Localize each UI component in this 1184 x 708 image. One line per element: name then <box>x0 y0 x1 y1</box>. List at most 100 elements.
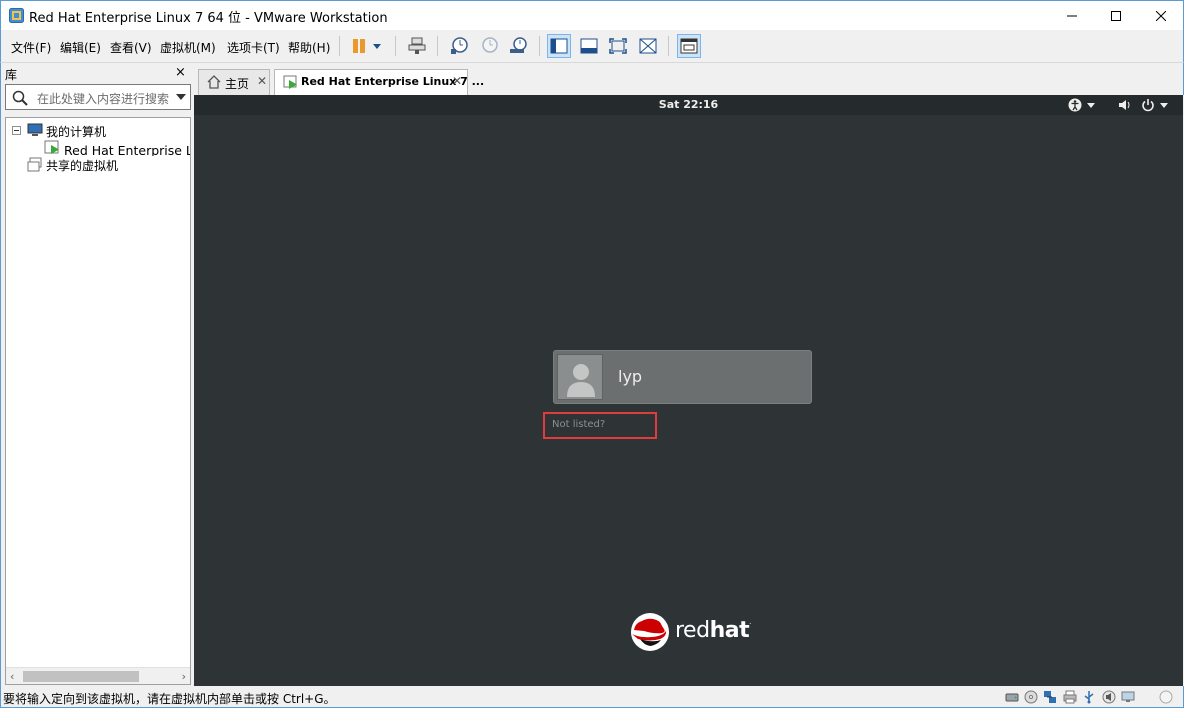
view-library-icon <box>550 38 568 54</box>
view-thumbnail-icon <box>580 38 598 54</box>
console-view-icon <box>680 38 698 54</box>
library-horizontal-scrollbar[interactable]: ‹ › <box>6 667 190 684</box>
view-library-button[interactable] <box>547 34 571 58</box>
menu-edit[interactable]: 编辑(E) <box>60 39 101 56</box>
power-dropdown-button[interactable] <box>369 34 385 58</box>
snapshot-manager-button[interactable] <box>506 34 530 58</box>
not-listed-highlight[interactable]: Not listed? <box>543 412 657 439</box>
vm-console[interactable]: Sat 22:16 lyp Not listed? redhat. <box>194 95 1183 686</box>
vm-running-icon <box>44 140 59 154</box>
search-icon <box>12 90 28 106</box>
brand-red: red <box>675 618 710 643</box>
toolbar-separator <box>437 36 438 56</box>
not-listed-link[interactable]: Not listed? <box>552 419 605 430</box>
send-ctrl-alt-del-button[interactable] <box>405 34 429 58</box>
library-search-input[interactable]: 在此处键入内容进行搜索 <box>5 84 191 110</box>
printer-icon[interactable] <box>1063 690 1077 704</box>
full-screen-button[interactable] <box>606 34 630 58</box>
window-title: Red Hat Enterprise Linux 7 64 位 - VMware… <box>29 11 388 26</box>
user-login-button[interactable]: lyp <box>553 350 812 404</box>
menu-toolbar: 文件(F) 编辑(E) 查看(V) 虚拟机(M) 选项卡(T) 帮助(H) <box>0 30 1184 63</box>
maximize-icon <box>1111 10 1121 21</box>
scrollbar-thumb[interactable] <box>23 671 139 682</box>
volume-icon[interactable] <box>1118 99 1132 111</box>
vmware-app-icon <box>9 8 24 23</box>
tree-item-vm[interactable]: Red Hat Enterprise Linux 7 64 位 <box>6 139 190 156</box>
status-bar: 要将输入定向到该虚拟机，请在虚拟机内部单击或按 Ctrl+G。 <box>0 686 1184 708</box>
close-icon <box>1156 10 1166 21</box>
shared-vm-icon <box>27 157 42 172</box>
home-icon <box>207 75 221 89</box>
tree-label: 共享的虚拟机 <box>46 159 119 173</box>
menu-tabs[interactable]: 选项卡(T) <box>227 39 280 56</box>
tab-vm[interactable]: Red Hat Enterprise Linux 7 ... ✕ <box>274 69 484 96</box>
view-thumbnail-button[interactable] <box>577 34 601 58</box>
chevron-down-icon[interactable] <box>1087 103 1095 108</box>
computer-icon <box>27 123 43 136</box>
toolbar-separator <box>539 36 540 56</box>
redhat-wordmark: redhat. <box>675 618 751 643</box>
tab-close-icon[interactable]: ✕ <box>452 74 462 88</box>
snapshot-manager-icon <box>510 37 527 53</box>
maximize-button[interactable] <box>1093 1 1139 30</box>
vm-icon <box>283 75 297 89</box>
tree-item-my-computer[interactable]: 我的计算机 <box>6 122 190 139</box>
minimize-icon <box>1067 15 1077 16</box>
snapshot-take-button[interactable] <box>447 34 471 58</box>
minimize-button[interactable] <box>1049 1 1095 30</box>
scroll-right-arrow-icon[interactable]: › <box>182 670 186 683</box>
status-message: 要将输入定向到该虚拟机，请在虚拟机内部单击或按 Ctrl+G。 <box>3 692 336 706</box>
usb-icon[interactable] <box>1082 690 1096 704</box>
redhat-logo-icon <box>631 613 669 651</box>
accessibility-icon[interactable] <box>1068 98 1082 112</box>
toolbar-separator <box>395 36 396 56</box>
menu-vm[interactable]: 虚拟机(M) <box>160 39 216 56</box>
pause-icon <box>353 39 365 53</box>
search-dropdown-arrow-icon[interactable] <box>176 94 186 100</box>
tree-item-shared-vms[interactable]: 共享的虚拟机 <box>6 156 190 173</box>
scroll-left-arrow-icon[interactable]: ‹ <box>10 670 14 683</box>
display-icon[interactable] <box>1121 690 1135 704</box>
hdd-icon[interactable] <box>1005 690 1019 704</box>
snapshot-revert-icon <box>482 37 498 53</box>
send-ctrl-alt-del-icon <box>408 37 426 54</box>
library-panel: 库 × 在此处键入内容进行搜索 我的计算机 Red Hat Enterprise… <box>0 63 194 686</box>
library-tree: 我的计算机 Red Hat Enterprise Linux 7 64 位 共享… <box>5 117 191 685</box>
title-bar: Red Hat Enterprise Linux 7 64 位 - VMware… <box>0 0 1184 30</box>
more-devices-icon[interactable] <box>1159 690 1173 704</box>
tab-label: 主页 <box>225 77 250 91</box>
toolbar-separator <box>339 36 340 56</box>
tab-home[interactable]: 主页 ✕ <box>198 69 270 95</box>
tree-label: 我的计算机 <box>46 125 107 139</box>
snapshot-take-icon <box>451 37 468 54</box>
library-close-button[interactable]: × <box>175 65 186 80</box>
power-icon[interactable] <box>1141 98 1155 112</box>
gnome-top-bar: Sat 22:16 <box>194 95 1183 115</box>
brand-hat: hat <box>709 618 750 643</box>
collapse-icon[interactable] <box>12 126 21 135</box>
menu-file[interactable]: 文件(F) <box>11 39 51 56</box>
chevron-down-icon[interactable] <box>1160 103 1168 108</box>
network-icon[interactable] <box>1043 690 1057 704</box>
user-name: lyp <box>618 367 643 386</box>
cd-icon[interactable] <box>1024 690 1038 704</box>
menu-view[interactable]: 查看(V) <box>110 39 152 56</box>
sound-icon[interactable] <box>1102 690 1116 704</box>
gnome-clock[interactable]: Sat 22:16 <box>194 98 1183 111</box>
avatar <box>557 354 603 400</box>
full-screen-icon <box>609 38 627 54</box>
tab-close-icon[interactable]: ✕ <box>257 74 267 88</box>
dropdown-arrow-icon <box>373 44 381 49</box>
unity-button[interactable] <box>636 34 660 58</box>
library-title: 库 <box>5 68 18 82</box>
unity-icon <box>639 38 657 54</box>
menu-help[interactable]: 帮助(H) <box>288 39 330 56</box>
snapshot-revert-button[interactable] <box>477 34 501 58</box>
pause-button[interactable] <box>347 34 371 58</box>
close-button[interactable] <box>1138 1 1184 30</box>
tree-label: Red Hat Enterprise Linux 7 64 位 <box>64 143 190 156</box>
user-avatar-icon <box>567 364 595 397</box>
brand-trademark: . <box>749 618 751 626</box>
console-view-button[interactable] <box>677 34 701 58</box>
search-placeholder: 在此处键入内容进行搜索 <box>37 92 170 106</box>
